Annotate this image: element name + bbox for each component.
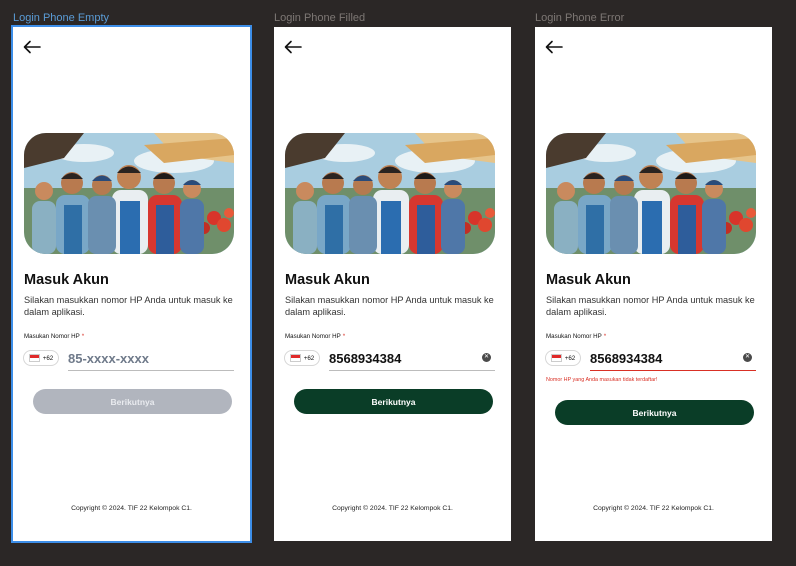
frame-label-filled: Login Phone Filled xyxy=(274,12,366,24)
next-button[interactable]: Berikutnya xyxy=(33,389,232,414)
required-mark: * xyxy=(603,333,607,340)
close-circle-icon[interactable]: ✕ xyxy=(743,353,752,362)
next-button[interactable]: Berikutnya xyxy=(555,400,754,425)
login-phone-empty-frame: Masuk Akun Silakan masukkan nomor HP And… xyxy=(11,25,252,543)
phone-input[interactable] xyxy=(329,347,495,371)
arrow-left-icon[interactable] xyxy=(23,40,41,54)
hero-illustration xyxy=(24,133,234,254)
phone-field-label-text: Masukan Nomor HP xyxy=(24,333,80,340)
phone-field-label-text: Masukan Nomor HP xyxy=(285,333,341,340)
indonesia-flag-icon xyxy=(28,354,40,362)
phone-input[interactable] xyxy=(590,347,756,371)
hero-illustration xyxy=(546,133,756,254)
page-title: Masuk Akun xyxy=(285,272,370,288)
close-circle-icon[interactable]: ✕ xyxy=(482,353,491,362)
arrow-left-icon[interactable] xyxy=(545,40,563,54)
page-title: Masuk Akun xyxy=(24,272,109,288)
error-message: Nomor HP yang Anda masukan tidak terdaft… xyxy=(546,377,658,383)
country-code-text: +62 xyxy=(303,354,315,362)
phone-input[interactable] xyxy=(68,347,234,371)
login-phone-error-frame: Masuk Akun Silakan masukkan nomor HP And… xyxy=(535,27,772,541)
country-code-selector[interactable]: +62 xyxy=(545,350,581,366)
next-button[interactable]: Berikutnya xyxy=(294,389,493,414)
page-title: Masuk Akun xyxy=(546,272,631,288)
login-phone-filled-frame: Masuk Akun Silakan masukkan nomor HP And… xyxy=(274,27,511,541)
indonesia-flag-icon xyxy=(550,354,562,362)
frame-label-error: Login Phone Error xyxy=(535,12,625,24)
phone-field-label-text: Masukan Nomor HP xyxy=(546,333,602,340)
page-subtitle: Silakan masukkan nomor HP Anda untuk mas… xyxy=(546,295,755,317)
page-subtitle: Silakan masukkan nomor HP Anda untuk mas… xyxy=(24,295,233,317)
copyright-text: Copyright © 2024. TIF 22 Kelompok C1. xyxy=(71,505,192,512)
frame-label-empty: Login Phone Empty xyxy=(13,12,110,24)
country-code-selector[interactable]: +62 xyxy=(23,350,59,366)
copyright-text: Copyright © 2024. TIF 22 Kelompok C1. xyxy=(593,505,714,512)
copyright-text: Copyright © 2024. TIF 22 Kelompok C1. xyxy=(332,505,453,512)
phone-field-label: Masukan Nomor HP * xyxy=(546,333,606,340)
required-mark: * xyxy=(81,333,85,340)
page-subtitle: Silakan masukkan nomor HP Anda untuk mas… xyxy=(285,295,494,317)
country-code-text: +62 xyxy=(42,354,54,362)
country-code-text: +62 xyxy=(564,354,576,362)
hero-illustration xyxy=(285,133,495,254)
indonesia-flag-icon xyxy=(289,354,301,362)
phone-field-label: Masukan Nomor HP * xyxy=(24,333,84,340)
country-code-selector[interactable]: +62 xyxy=(284,350,320,366)
required-mark: * xyxy=(342,333,346,340)
phone-field-label: Masukan Nomor HP * xyxy=(285,333,345,340)
arrow-left-icon[interactable] xyxy=(284,40,302,54)
